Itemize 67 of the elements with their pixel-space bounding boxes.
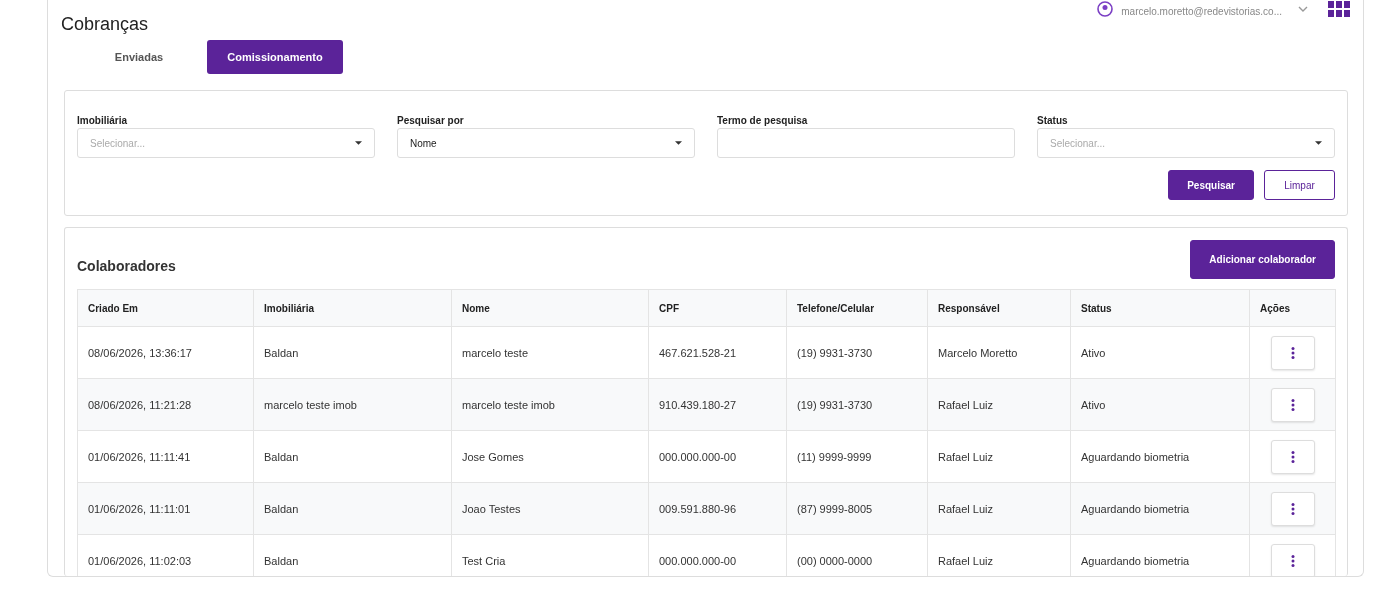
table-cell: (11) 9999-9999 — [786, 430, 928, 483]
select-field[interactable]: Nome — [397, 128, 695, 158]
apps-grid-icon[interactable] — [1328, 0, 1350, 17]
table-cell: 01/06/2026, 11:11:01 — [77, 482, 254, 535]
actions-button[interactable] — [1270, 491, 1315, 526]
table-cell: (19) 9931-3730 — [786, 326, 928, 379]
column-header: Responsável — [927, 289, 1071, 327]
table-cell: 08/06/2026, 13:36:17 — [77, 326, 254, 379]
field-label: Pesquisar por — [397, 115, 465, 126]
table-cell: 01/06/2026, 11:02:03 — [77, 534, 254, 576]
table-cell: Rafael Luiz — [927, 430, 1071, 483]
search-button[interactable]: Pesquisar — [1168, 170, 1254, 200]
table-cell: Joao Testes — [451, 482, 649, 535]
tab[interactable]: Comissionamento — [207, 40, 343, 74]
actions-button[interactable] — [1270, 387, 1315, 422]
user-email: marcelo.moretto@redevistorias.co... — [1121, 6, 1282, 17]
table-cell: 01/06/2026, 11:11:41 — [77, 430, 254, 483]
table-cell: marcelo teste — [451, 326, 649, 379]
caret-down-icon — [1315, 141, 1322, 145]
field-label: Termo de pesquisa — [717, 115, 809, 126]
actions-button[interactable] — [1270, 543, 1315, 576]
input-field[interactable] — [717, 128, 1015, 158]
table-cell: Baldan — [253, 326, 452, 379]
table-cell: Aguardando biometria — [1070, 430, 1250, 483]
table-cell: Rafael Luiz — [927, 482, 1071, 535]
clear-button[interactable]: Limpar — [1264, 170, 1335, 200]
column-header: CPF — [648, 289, 787, 327]
caret-down-icon — [355, 141, 362, 145]
actions-button[interactable] — [1270, 335, 1315, 370]
table-cell: Rafael Luiz — [927, 378, 1071, 431]
table-cell: Ativo — [1070, 378, 1250, 431]
tab[interactable]: Enviadas — [71, 40, 207, 74]
table-cell: marcelo teste imob — [253, 378, 452, 431]
caret-down-icon — [675, 141, 682, 145]
page-title: Cobranças — [61, 14, 149, 35]
column-header: Status — [1070, 289, 1250, 327]
more-vertical-icon — [1290, 554, 1295, 567]
column-header: Criado Em — [77, 289, 254, 327]
more-vertical-icon — [1290, 346, 1295, 359]
field-label: Status — [1037, 115, 1069, 126]
more-vertical-icon — [1290, 398, 1295, 411]
table-cell: Jose Gomes — [451, 430, 649, 483]
table-cell: (87) 9999-8005 — [786, 482, 928, 535]
table-cell: Ativo — [1070, 326, 1250, 379]
add-button[interactable]: Adicionar colaborador — [1190, 239, 1335, 279]
table-cell: marcelo teste imob — [451, 378, 649, 431]
table-cell: Aguardando biometria — [1070, 482, 1250, 535]
column-header: Ações — [1249, 289, 1336, 327]
table-cell: Baldan — [253, 482, 452, 535]
more-vertical-icon — [1290, 502, 1295, 515]
table-cell: 910.439.180-27 — [648, 378, 787, 431]
table-cell: Baldan — [253, 430, 452, 483]
column-header: Imobiliária — [253, 289, 452, 327]
table-cell: 08/06/2026, 11:21:28 — [77, 378, 254, 431]
table-cell: (19) 9931-3730 — [786, 378, 928, 431]
actions-button[interactable] — [1270, 439, 1315, 474]
column-header: Telefone/Celular — [786, 289, 928, 327]
user-avatar-icon — [1097, 0, 1114, 17]
table-cell: 467.621.528-21 — [648, 326, 787, 379]
table-cell: Marcelo Moretto — [927, 326, 1071, 379]
column-header: Nome — [451, 289, 649, 327]
field-label: Imobiliária — [77, 115, 128, 126]
table-cell: 009.591.880-96 — [648, 482, 787, 535]
section-title: Colaboradores — [77, 258, 176, 274]
chevron-down-icon[interactable] — [1298, 5, 1308, 12]
table-cell: 000.000.000-00 — [648, 430, 787, 483]
more-vertical-icon — [1290, 450, 1295, 463]
